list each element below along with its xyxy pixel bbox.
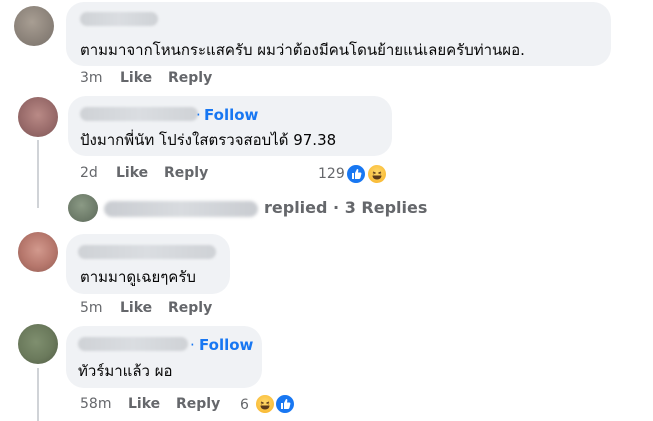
commenter-avatar[interactable] <box>18 232 58 272</box>
view-replies-link[interactable]: replied · 3 Replies <box>264 198 427 217</box>
thread-line <box>37 368 39 421</box>
follow-button[interactable]: Follow <box>204 106 258 124</box>
commenter-name-blurred[interactable] <box>78 337 188 351</box>
commenter-avatar[interactable] <box>14 6 54 46</box>
reply-avatar[interactable] <box>68 194 98 222</box>
reaction-count[interactable]: 6 <box>240 397 249 413</box>
comment-bubble: · Follow ทัวร์มาแล้ว ผอ <box>66 326 262 388</box>
reply-button[interactable]: Reply <box>168 70 212 86</box>
haha-icon[interactable] <box>366 163 388 185</box>
like-button[interactable]: Like <box>120 300 152 316</box>
comment-timestamp[interactable]: 58m <box>80 396 111 412</box>
commenter-avatar[interactable] <box>18 324 58 364</box>
commenter-name-blurred[interactable] <box>80 107 198 121</box>
thread-line <box>37 140 39 208</box>
comment-text: ตามมาดูเฉยๆครับ <box>80 268 196 286</box>
comment-timestamp[interactable]: 5m <box>80 300 103 316</box>
like-button[interactable]: Like <box>120 70 152 86</box>
replier-name-blurred[interactable] <box>104 201 258 217</box>
commenter-name-blurred[interactable] <box>78 245 216 259</box>
comment-bubble: · Follow ปังมากพี่นัท โปร่งใสตรวจสอบได้ … <box>68 96 392 156</box>
follow-separator: · <box>190 336 195 354</box>
reply-button[interactable]: Reply <box>164 165 208 181</box>
comment-text: ปังมากพี่นัท โปร่งใสตรวจสอบได้ 97.38 <box>80 131 337 149</box>
follow-button[interactable]: Follow <box>199 336 253 354</box>
comment-bubble: ตามมาดูเฉยๆครับ <box>66 234 230 294</box>
follow-separator: · <box>196 106 201 124</box>
reply-button[interactable]: Reply <box>168 300 212 316</box>
like-icon[interactable] <box>274 393 296 415</box>
like-button[interactable]: Like <box>128 396 160 412</box>
like-icon[interactable] <box>345 163 367 185</box>
haha-icon[interactable] <box>254 393 276 415</box>
comment-timestamp[interactable]: 3m <box>80 70 103 86</box>
comment-timestamp[interactable]: 2d <box>80 165 98 181</box>
commenter-avatar[interactable] <box>18 97 58 137</box>
comment-text: ทัวร์มาแล้ว ผอ <box>78 362 173 380</box>
like-button[interactable]: Like <box>116 165 148 181</box>
commenter-name-blurred[interactable] <box>80 12 158 26</box>
reply-button[interactable]: Reply <box>176 396 220 412</box>
comment-text: ตามมาจากโหนกระแสครับ ผมว่าต้องมีคนโดนย้า… <box>80 41 525 59</box>
comment-bubble: ตามมาจากโหนกระแสครับ ผมว่าต้องมีคนโดนย้า… <box>66 2 611 66</box>
reaction-count[interactable]: 129 <box>318 166 345 182</box>
